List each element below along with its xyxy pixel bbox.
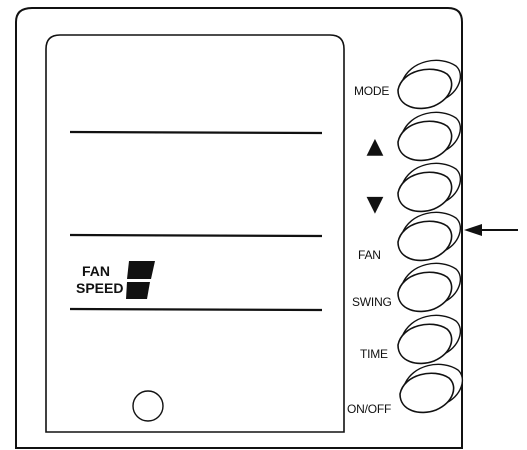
on-off-button-label: ON/OFF (347, 402, 391, 416)
pointer-arrow-icon (464, 224, 518, 236)
lcd-divider-2 (69, 233, 323, 238)
fan-speed-label-speed: SPEED (76, 280, 123, 296)
sensor-circle (132, 390, 164, 422)
lcd-divider-1 (69, 130, 323, 135)
mode-button-label: MODE (354, 84, 389, 98)
up-arrow-icon: ▲ (367, 134, 384, 159)
swing-button-label: SWING (352, 295, 392, 309)
fan-speed-label-fan: FAN (82, 263, 110, 279)
fan-button-label: FAN (358, 248, 381, 262)
time-button-label: TIME (360, 347, 388, 361)
fan-speed-bar-low (126, 282, 150, 299)
lcd-divider-3 (69, 307, 323, 312)
down-arrow-icon: ▼ (367, 192, 384, 217)
lcd-screen (45, 34, 345, 433)
fan-speed-bar-high (127, 261, 155, 279)
